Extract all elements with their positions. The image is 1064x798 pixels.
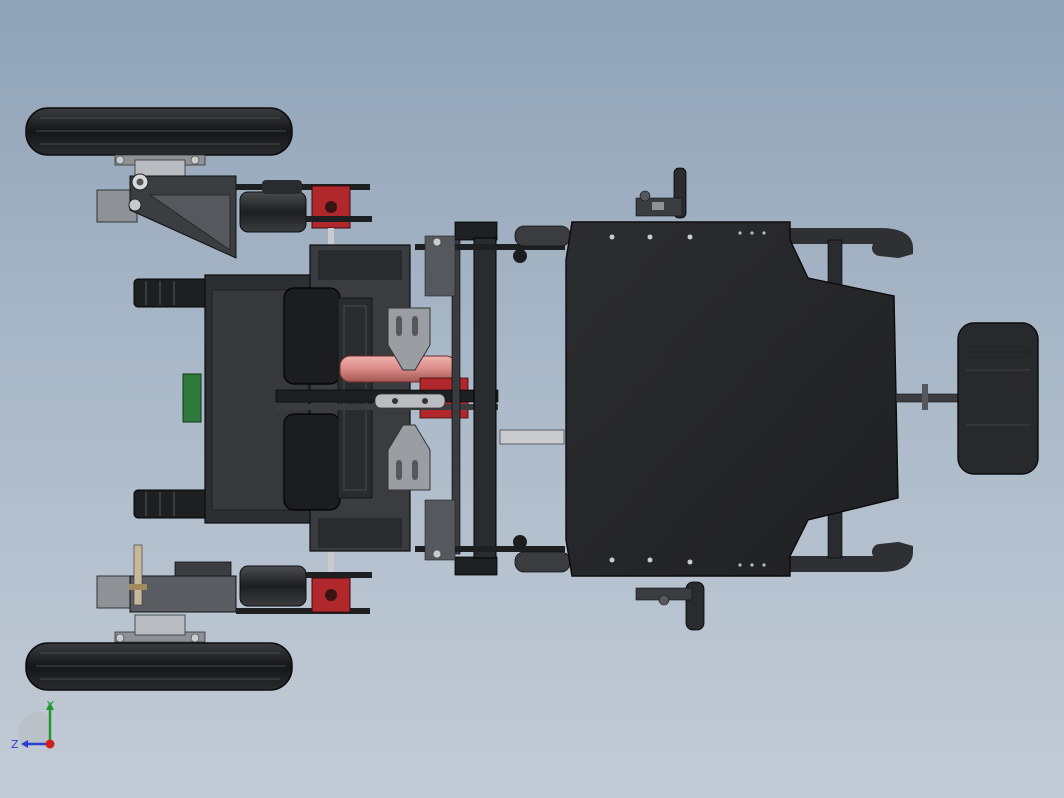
rear-wheel-top[interactable] (25, 107, 293, 156)
rear-wheel-bottom[interactable] (25, 642, 293, 691)
cad-viewport[interactable]: Y Z (0, 0, 1064, 798)
controller-mount[interactable] (635, 167, 687, 219)
triad-y-label: Y (46, 699, 54, 712)
footrest[interactable] (895, 322, 1039, 475)
triad-sphere-icon (17, 712, 50, 744)
top-suspension-assembly (96, 154, 372, 259)
x-axis-dot (45, 739, 55, 749)
bottom-suspension-assembly (96, 544, 372, 643)
lower-bracket (635, 581, 705, 631)
wheelchair-top-view-model[interactable] (0, 0, 1064, 798)
seat[interactable] (565, 221, 899, 577)
triad-z-label: Z (11, 738, 19, 751)
orientation-triad: Y Z (11, 699, 55, 751)
